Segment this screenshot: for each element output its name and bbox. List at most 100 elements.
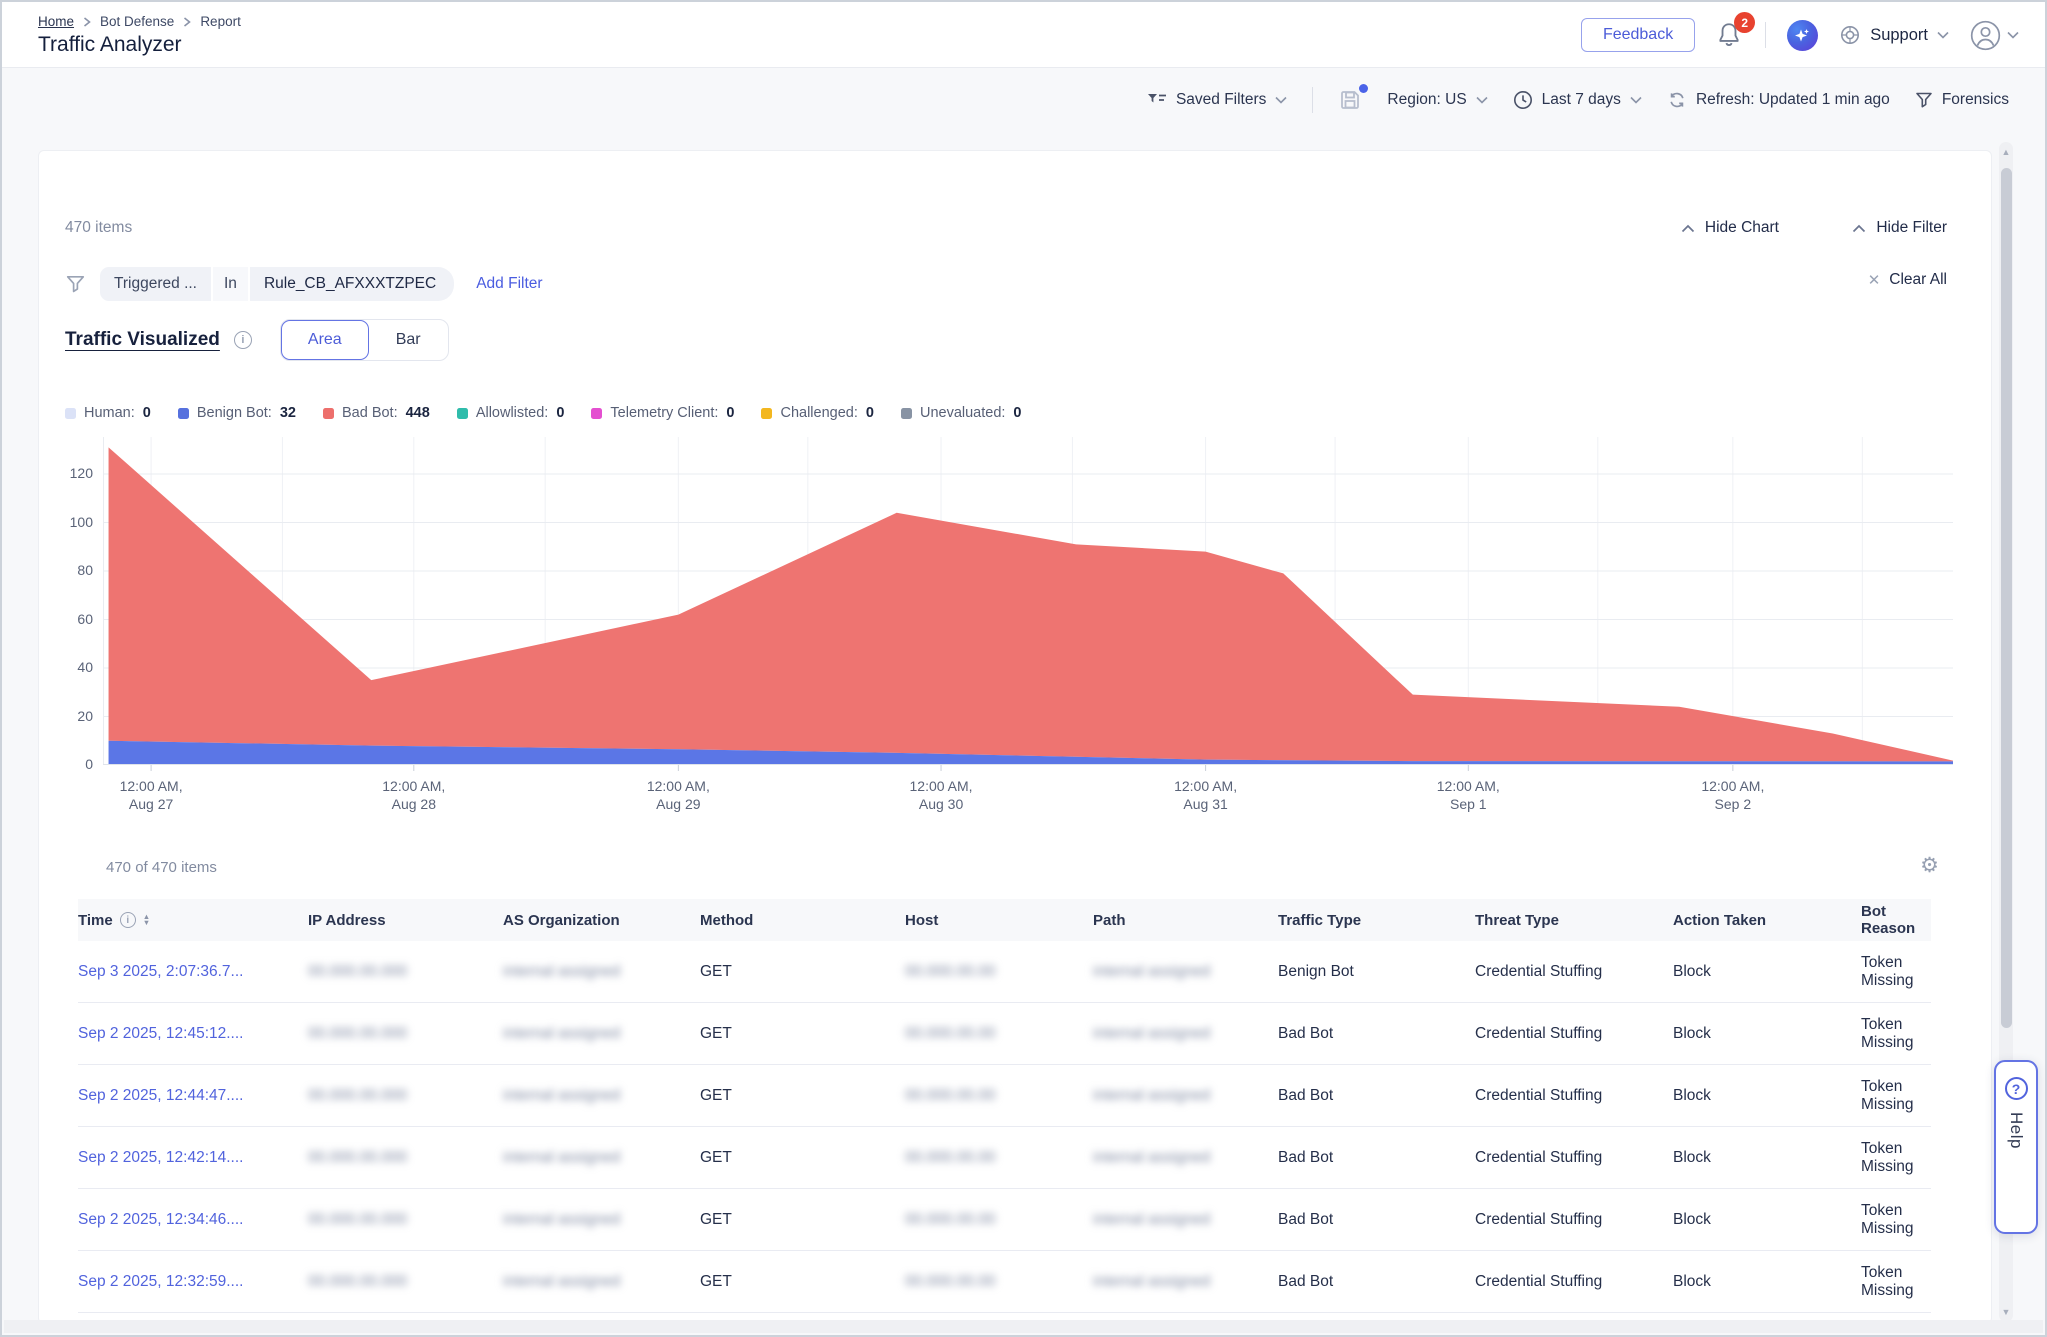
help-label: Help [2006,1112,2026,1149]
report-toolbar: Saved Filters Region: US Last 7 days [1147,87,2009,113]
scroll-down-icon[interactable]: ▼ [1999,1307,2013,1317]
info-icon[interactable]: i [120,912,136,928]
as-organization-cell: internal assigned [503,1273,700,1291]
ip-address-cell: 00.000.00.000 [308,1211,503,1229]
chart-title: Traffic Visualized [65,329,220,351]
unsaved-changes-dot [1359,84,1368,93]
traffic-type-cell: Bad Bot [1278,1273,1475,1291]
saved-filters-button[interactable]: Saved Filters [1147,91,1287,109]
legend-item[interactable]: Challenged: 0 [761,405,873,421]
ai-assistant-button[interactable] [1787,20,1818,51]
method-cell: GET [700,1087,905,1105]
action-taken-cell: Block [1673,1087,1861,1105]
bar-toggle-button[interactable]: Bar [369,320,448,360]
time-range-selector[interactable]: Last 7 days [1513,90,1642,110]
legend-item[interactable]: Allowlisted: 0 [457,405,565,421]
host-cell: 00.000.00.00 [905,1087,1093,1105]
event-time-link[interactable]: Sep 2 2025, 12:32:59.... [78,1273,308,1291]
hide-chart-toggle[interactable]: Hide Chart [1681,219,1779,237]
ip-address-cell: 00.000.00.000 [308,1025,503,1043]
notifications-button[interactable]: 2 [1716,21,1744,49]
time-range-label: Last 7 days [1542,91,1621,109]
horizontal-scrollbar-track[interactable] [4,1320,2043,1333]
as-organization-cell: internal assigned [503,1087,700,1105]
table-settings-gear-icon[interactable]: ⚙ [1920,853,1939,878]
host-cell: 00.000.00.00 [905,1211,1093,1229]
events-table: Time i ▲ ▼ IP Address AS Organization Me… [78,899,1931,1313]
chart-type-toggle: Area Bar [280,319,449,361]
chevron-down-icon [1937,31,1949,39]
refresh-button[interactable]: Refresh: Updated 1 min ago [1667,90,1890,110]
legend-value: 0 [726,405,734,421]
traffic-type-cell: Bad Bot [1278,1149,1475,1167]
column-header-time[interactable]: Time i ▲ ▼ [78,912,308,929]
chart-header: Traffic Visualized i Area Bar [65,319,449,361]
x-axis-tick-label: 12:00 AM,Aug 29 [647,777,710,813]
save-filter-button[interactable] [1338,88,1362,112]
event-time-link[interactable]: Sep 2 2025, 12:45:12.... [78,1025,308,1043]
help-tab[interactable]: ? Help [1994,1060,2038,1234]
report-card: 470 items Hide Chart Hide Filter Trigger… [38,150,1992,1324]
host-cell: 00.000.00.00 [905,1149,1093,1167]
threat-type-cell: Credential Stuffing [1475,1149,1673,1167]
legend-item[interactable]: Telemetry Client: 0 [591,405,734,421]
funnel-icon [1915,91,1933,109]
user-menu[interactable] [1970,20,2019,51]
header-actions: Feedback 2 Support [1581,2,2019,68]
filter-value-chip[interactable]: Rule_CB_AFXXXTZPEC [250,267,454,301]
y-axis-tick-label: 60 [49,611,93,627]
host-cell: 00.000.00.00 [905,1273,1093,1291]
as-organization-cell: internal assigned [503,1025,700,1043]
threat-type-cell: Credential Stuffing [1475,1211,1673,1229]
column-header: Path [1093,912,1278,929]
column-header: AS Organization [503,912,700,929]
sort-icon[interactable]: ▲ ▼ [143,914,150,926]
support-menu[interactable]: Support [1839,24,1949,46]
chevron-down-icon [1275,96,1287,104]
chevron-right-icon [183,17,191,27]
forensics-label: Forensics [1942,91,2009,109]
chevron-up-icon [1852,224,1866,233]
event-time-link[interactable]: Sep 2 2025, 12:44:47.... [78,1087,308,1105]
sparkle-icon [1794,27,1811,44]
path-cell: internal assigned [1093,1025,1278,1043]
chevron-right-icon [83,17,91,27]
feedback-button[interactable]: Feedback [1581,18,1695,52]
legend-label: Benign Bot: [197,405,272,421]
as-organization-cell: internal assigned [503,1149,700,1167]
legend-item[interactable]: Human: 0 [65,405,151,421]
add-filter-button[interactable]: Add Filter [476,275,542,293]
event-time-link[interactable]: Sep 2 2025, 12:42:14.... [78,1149,308,1167]
legend-value: 448 [406,405,430,421]
toolbar-divider [1312,87,1313,113]
event-time-link[interactable]: Sep 2 2025, 12:34:46.... [78,1211,308,1229]
scroll-up-icon[interactable]: ▲ [1999,147,2013,157]
path-cell: internal assigned [1093,1149,1278,1167]
scrollbar-thumb[interactable] [2001,168,2012,1028]
hide-filter-toggle[interactable]: Hide Filter [1852,219,1947,237]
breadcrumb-report[interactable]: Report [200,14,241,29]
legend-item[interactable]: Bad Bot: 448 [323,405,430,421]
legend-item[interactable]: Unevaluated: 0 [901,405,1022,421]
legend-item[interactable]: Benign Bot: 32 [178,405,296,421]
as-organization-cell: internal assigned [503,963,700,981]
column-header: Method [700,912,905,929]
area-toggle-button[interactable]: Area [281,320,369,360]
region-selector[interactable]: Region: US [1387,91,1487,109]
breadcrumb-bot-defense[interactable]: Bot Defense [100,14,174,29]
clear-all-button[interactable]: ✕ Clear All [1868,271,1947,289]
table-row: Sep 3 2025, 2:07:36.7... 00.000.00.000 i… [78,941,1931,1003]
filter-field-chip[interactable]: Triggered ... [100,267,211,301]
info-icon[interactable]: i [234,331,252,349]
forensics-button[interactable]: Forensics [1915,91,2009,109]
notification-badge: 2 [1734,12,1755,33]
filter-operator-chip[interactable]: In [213,267,248,301]
hide-filter-label: Hide Filter [1876,219,1947,237]
legend-color-chip [457,408,468,419]
y-axis-tick-label: 40 [49,659,93,675]
breadcrumb-home[interactable]: Home [38,14,74,29]
chevron-down-icon [1476,96,1488,104]
event-time-link[interactable]: Sep 3 2025, 2:07:36.7... [78,963,308,981]
legend-label: Bad Bot: [342,405,398,421]
breadcrumb: Home Bot Defense Report [38,14,241,29]
